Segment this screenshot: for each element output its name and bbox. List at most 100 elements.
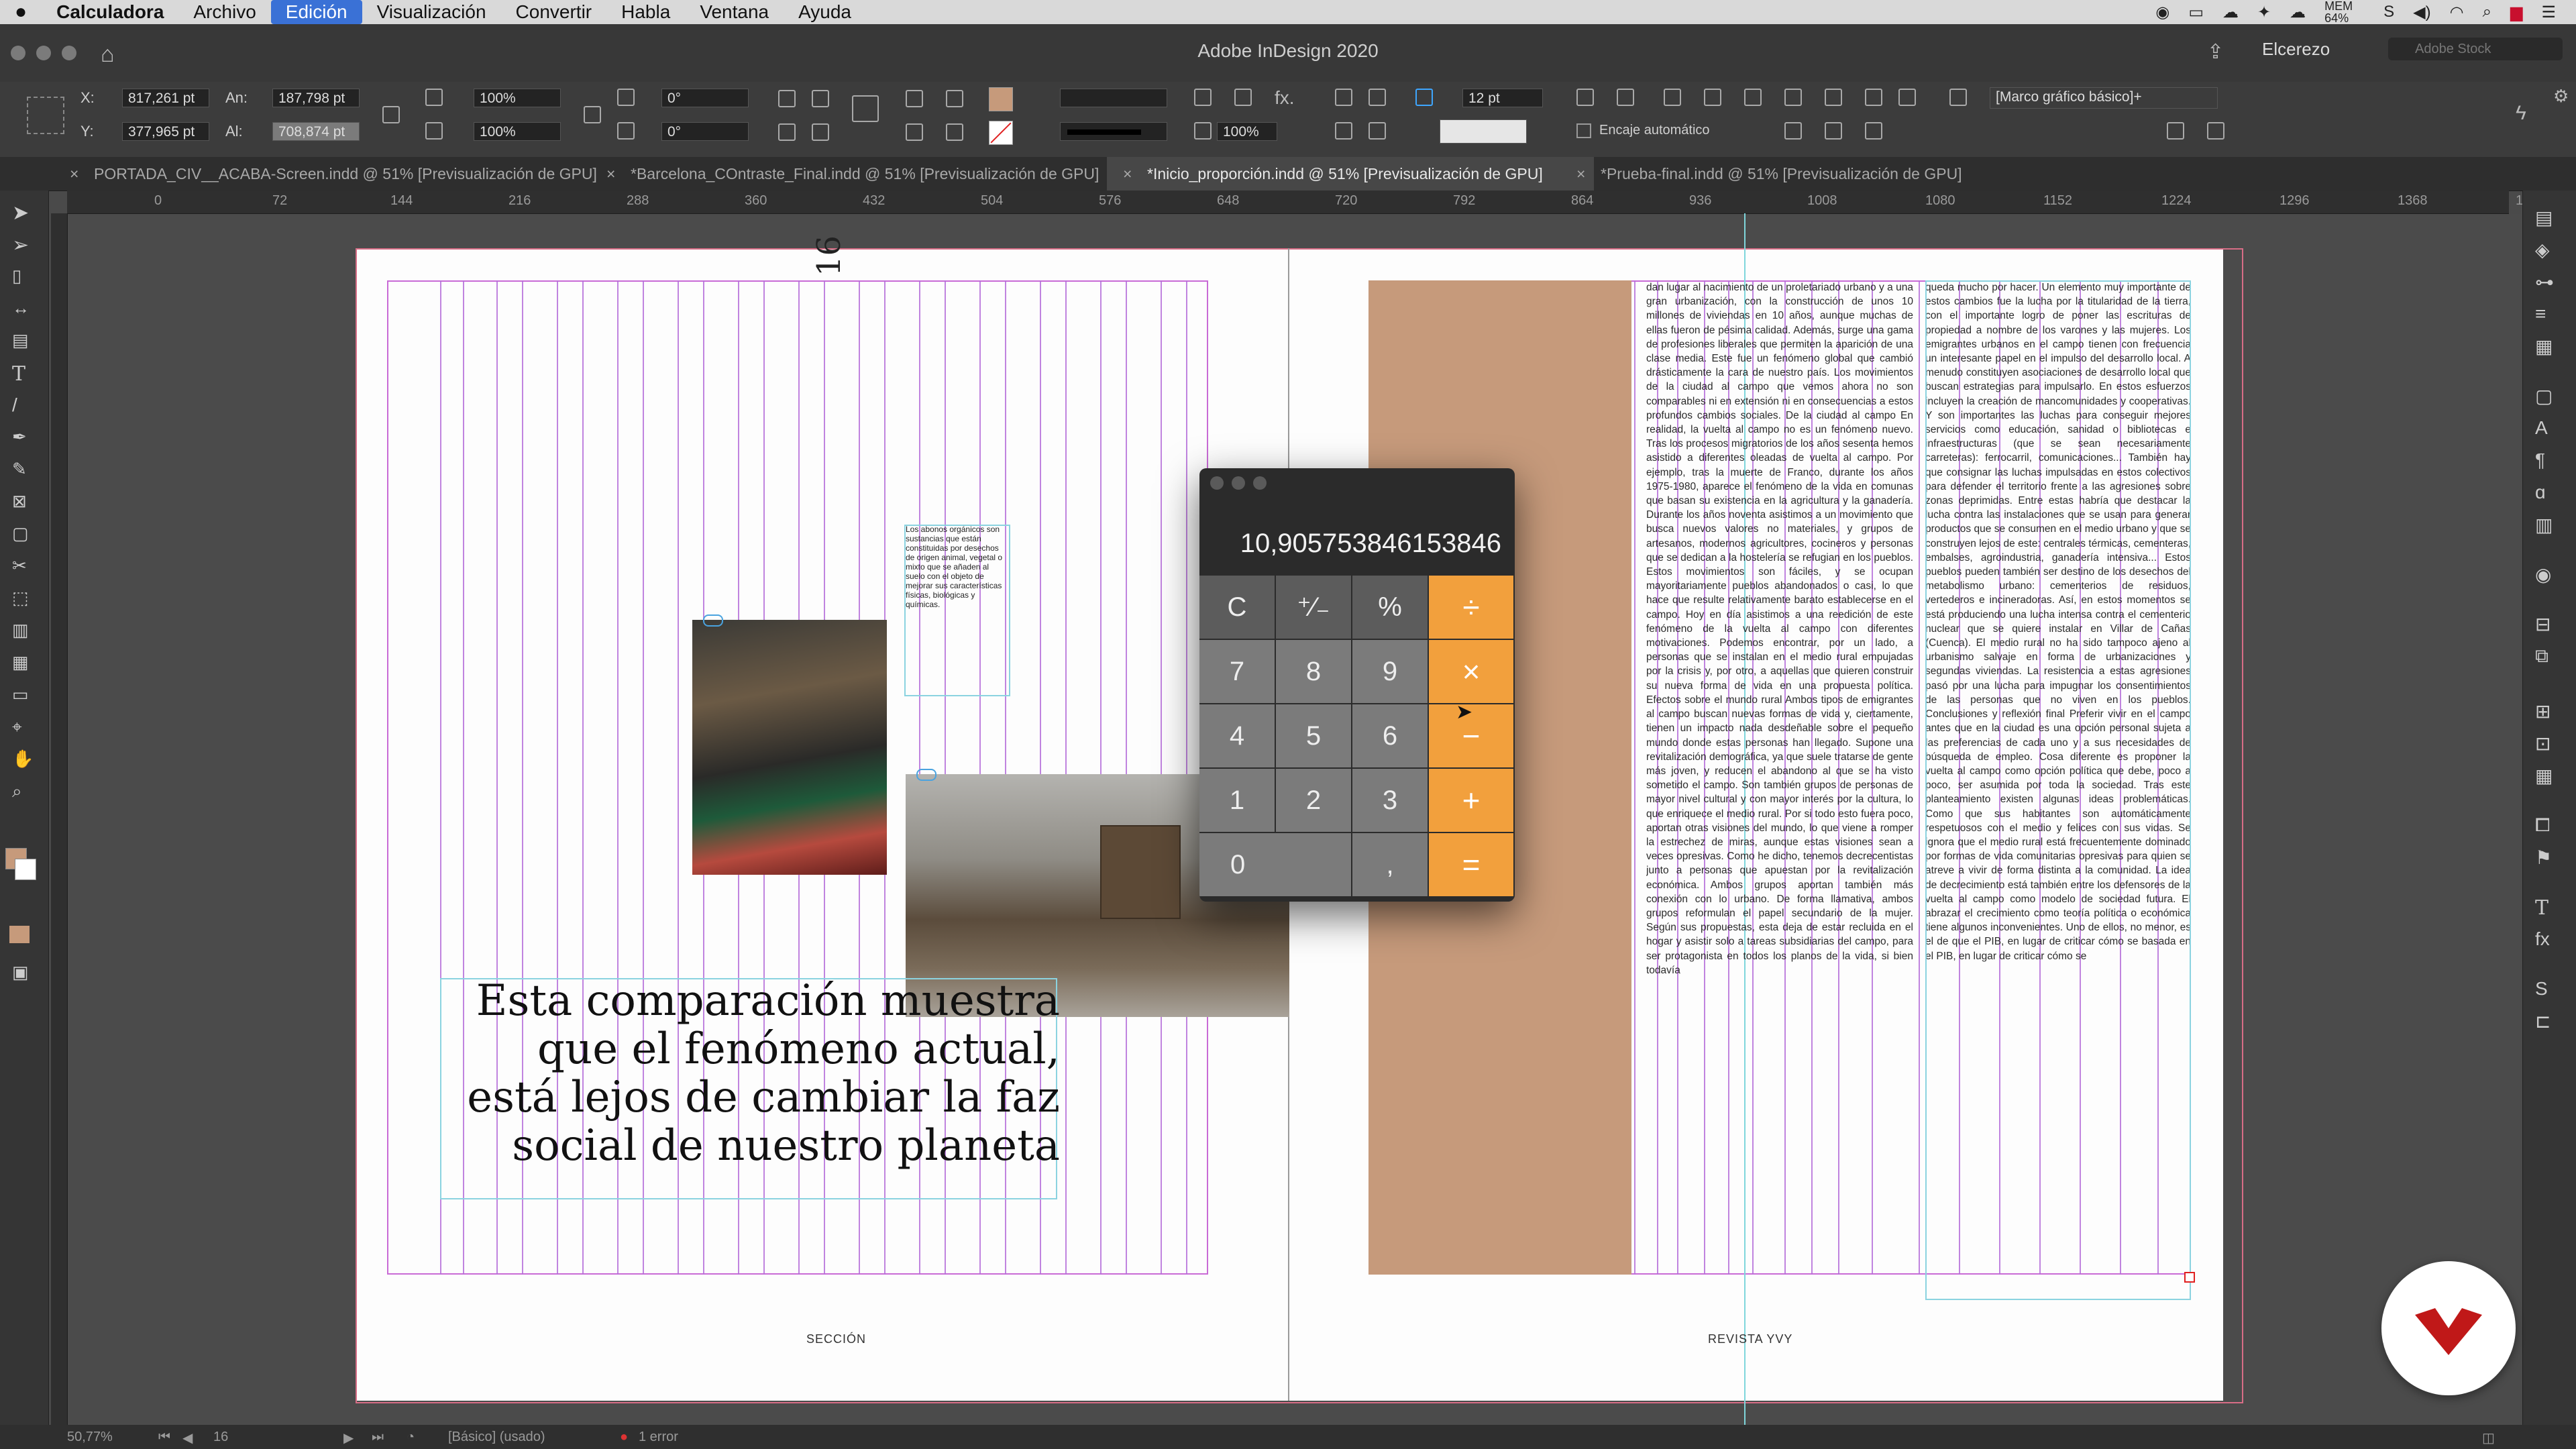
tab-prueba-final[interactable]: × *Prueba-final.indd @ 51% [Previsualizac… [1560,157,2084,191]
reference-point-icon[interactable] [27,97,64,134]
menu-ventana[interactable]: Ventana [685,0,784,24]
wrap-none-icon[interactable] [1576,89,1594,106]
key-equals[interactable]: = [1429,833,1515,898]
calculator-window[interactable]: 10,905753846153846 C ⁺∕₋ % ÷ 7 8 9 × 4 5… [1199,468,1515,902]
menu-edicion[interactable]: Edición [270,0,362,24]
zoom-tool-icon[interactable]: ⌕ [12,781,35,801]
eyedropper-tool-icon[interactable]: ⌖ [12,716,35,737]
export-panel-icon[interactable]: ⊏ [2535,1010,2558,1032]
dropbox-icon[interactable]: ✦ [2257,3,2271,22]
constrain-proportions-icon[interactable] [382,106,400,123]
height-field[interactable]: 708,874 pt [272,122,360,141]
menu-archivo[interactable]: Archivo [178,0,270,24]
links-panel-icon[interactable]: ⊶ [2535,271,2558,292]
key-clear[interactable]: C [1199,576,1276,640]
preflight-error-count[interactable]: 1 error [639,1430,678,1445]
key-4[interactable]: 4 [1199,704,1276,769]
object-style-select[interactable]: [Marco gráfico básico]+ [1990,87,2218,109]
screen-mode-icon[interactable]: ▣ [12,962,35,982]
corner-shape-select[interactable] [1440,119,1527,144]
note-tool-icon[interactable]: ▭ [12,684,35,704]
zoom-level[interactable]: 50,77% [67,1430,113,1445]
creative-cloud-icon[interactable]: ☁ [2222,3,2239,22]
align-panel-icon[interactable]: ⊟ [2535,613,2558,635]
key-divide[interactable]: ÷ [1429,576,1515,640]
key-plus-minus[interactable]: ⁺∕₋ [1276,576,1352,640]
key-6[interactable]: 6 [1352,704,1429,769]
select-next-icon[interactable] [946,123,963,141]
prev-page-icon[interactable]: ◀ [182,1430,193,1446]
effects-fx-icon[interactable]: fx. [1275,87,1295,109]
key-5[interactable]: 5 [1276,704,1352,769]
wrap-shape-icon[interactable] [1664,89,1681,106]
menu-list-icon[interactable]: ☰ [2541,3,2556,22]
workspace-switcher[interactable]: Elcerezo [2262,39,2330,60]
linked-content-icon[interactable] [916,769,936,781]
wifi-icon[interactable]: ◠ [2450,3,2464,22]
content-panel-icon[interactable]: S [2535,978,2558,999]
page-field[interactable]: 16 [213,1430,228,1445]
gap-tool-icon[interactable]: ↔ [12,298,35,318]
frame-fitting-icon[interactable] [1194,89,1212,106]
stroke-color-icon[interactable] [15,859,36,880]
key-8[interactable]: 8 [1276,640,1352,704]
align-left-icon[interactable] [1335,89,1352,106]
close-tab-icon[interactable]: × [1576,157,1585,191]
fill-swatch[interactable] [989,87,1013,111]
align-objects-top-icon[interactable] [1784,122,1802,140]
volume-icon[interactable]: ◀) [2413,3,2430,22]
select-content-icon[interactable] [946,90,963,107]
close-tab-icon[interactable]: × [1123,157,1132,191]
calc-minimize-button[interactable] [1232,476,1245,490]
key-percent[interactable]: % [1352,576,1429,640]
body-text-column-1[interactable]: dan lugar al nacimiento de un proletaria… [1646,280,1913,1275]
menu-app-calculadora[interactable]: Calculadora [42,0,178,24]
page-tool-icon[interactable]: ▯ [12,266,35,286]
vertical-ruler[interactable] [51,213,68,1425]
align-objects-right-icon[interactable] [1865,89,1882,106]
object-styles-icon[interactable]: ⧠ [2535,814,2558,835]
free-transform-tool-icon[interactable]: ⬚ [12,588,35,608]
scale-x-field[interactable]: 100% [474,89,561,107]
align-objects-bottom-icon[interactable] [1865,122,1882,140]
align-objects-left-icon[interactable] [1784,89,1802,106]
scale-y-field[interactable]: 100% [474,122,561,141]
pencil-tool-icon[interactable]: ✎ [12,459,35,479]
cell-styles-icon[interactable]: ⊡ [2535,733,2558,754]
key-9[interactable]: 9 [1352,640,1429,704]
wrap-jump-icon[interactable] [1704,89,1721,106]
direct-selection-tool-icon[interactable]: ➢ [12,233,35,256]
link-scale-icon[interactable] [584,106,601,123]
hand-tool-icon[interactable]: ✋ [12,749,35,769]
wrap-bbox-icon[interactable] [1617,89,1634,106]
close-tab-icon[interactable]: × [606,157,615,191]
wrap-next-column-icon[interactable] [1744,89,1762,106]
first-page-icon[interactable]: ⏮ [158,1430,170,1445]
stroke-panel-icon[interactable]: ≡ [2535,303,2558,324]
cloud-icon[interactable]: ☁ [2290,3,2306,22]
content-collector-icon[interactable]: ▤ [12,330,35,350]
preflight-error-icon[interactable]: ● [620,1430,628,1445]
key-0[interactable]: 0 [1199,833,1352,898]
key-3[interactable]: 3 [1352,769,1429,833]
apply-color-icon[interactable] [9,926,30,943]
key-multiply[interactable]: × [1429,640,1515,704]
menu-visualizacion[interactable]: Visualización [362,0,501,24]
align-top-icon[interactable] [1335,122,1352,140]
flip-vertical-icon[interactable] [812,123,829,141]
split-view-icon[interactable]: ◫ [2482,1430,2495,1446]
selection-tool-icon[interactable]: ➤ [12,201,35,224]
paragraph-styles-icon[interactable]: ¶ [2535,449,2558,470]
gradient-tool-icon[interactable]: ▥ [12,620,35,640]
close-tab-icon[interactable]: × [70,157,78,191]
calc-close-button[interactable] [1210,476,1224,490]
text-wrap-icon[interactable]: ▥ [2535,514,2558,535]
key-1[interactable]: 1 [1199,769,1276,833]
skype-icon[interactable]: S [2383,3,2394,21]
tab-barcelona[interactable]: × *Barcelona_COntraste_Final.indd @ 51% [… [590,157,1147,191]
stroke-weight-pt-field[interactable]: 12 pt [1462,89,1543,107]
menu-habla[interactable]: Habla [606,0,685,24]
lightning-icon[interactable]: ϟ [2516,102,2526,125]
x-field[interactable]: 817,261 pt [122,89,209,107]
menu-convertir[interactable]: Convertir [501,0,607,24]
